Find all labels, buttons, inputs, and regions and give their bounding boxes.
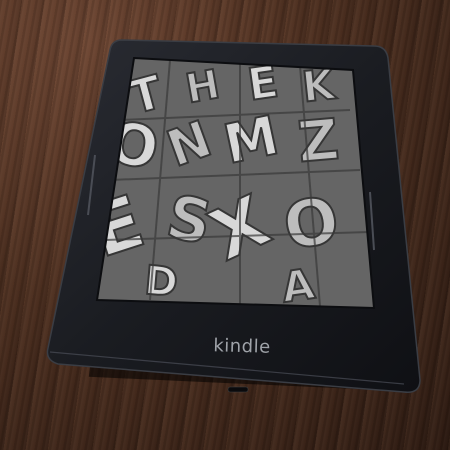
brand-logo-text: kindle bbox=[213, 335, 271, 358]
ereader-device: THEKONMZESXODA bbox=[46, 39, 421, 393]
photo-scene: THEKONMZESXODA kindle bbox=[0, 0, 450, 450]
charging-port bbox=[227, 386, 249, 393]
